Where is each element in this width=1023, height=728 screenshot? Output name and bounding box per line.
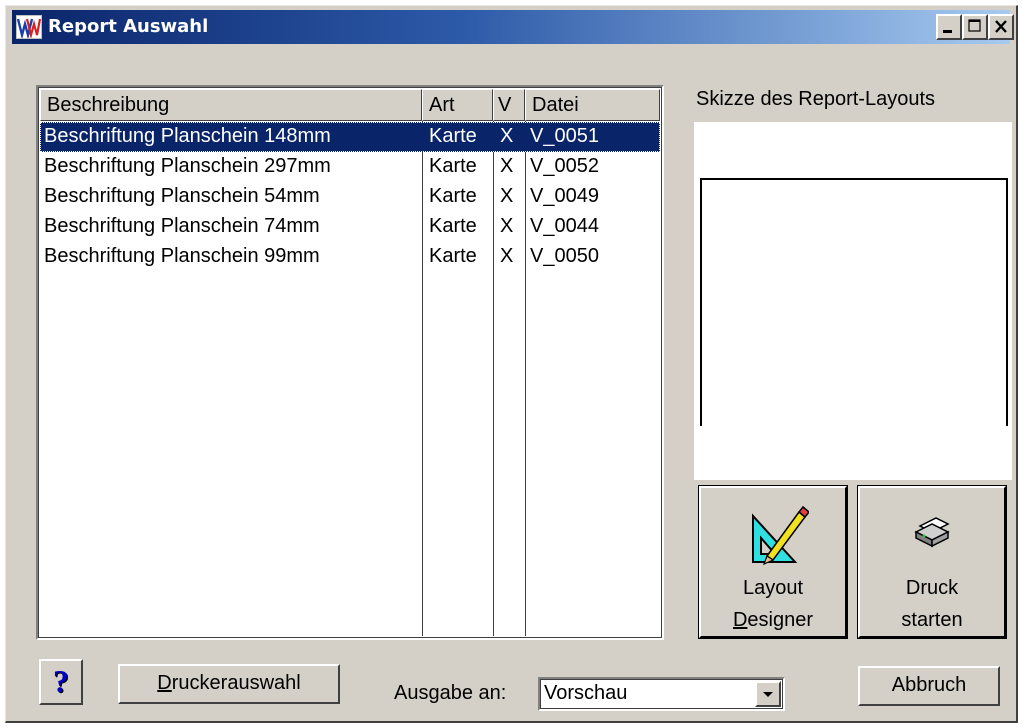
cell-beschreibung: Beschriftung Planschein 54mm bbox=[44, 185, 320, 207]
report-list[interactable]: Beschreibung Art V Datei Beschriftung Pl… bbox=[36, 85, 664, 640]
cell-datei: V_0051 bbox=[530, 125, 599, 147]
close-button[interactable] bbox=[988, 14, 1014, 40]
druckerauswahl-accel: D bbox=[157, 672, 172, 694]
help-question-icon: ? bbox=[53, 663, 69, 699]
layout-sketch-frame bbox=[700, 178, 1008, 426]
cell-art: Karte bbox=[429, 215, 477, 237]
layout-button-label-rest: esigner bbox=[747, 609, 814, 631]
minimize-icon bbox=[943, 30, 952, 33]
table-row[interactable]: Beschriftung Planschein 99mm Karte X V_0… bbox=[40, 242, 660, 272]
cell-v: X bbox=[500, 215, 514, 237]
help-button[interactable]: ? bbox=[39, 659, 83, 705]
dropdown-arrow-button[interactable] bbox=[755, 681, 781, 707]
table-row[interactable]: Beschriftung Planschein 297mm Karte X V_… bbox=[40, 152, 660, 182]
cell-datei: V_0044 bbox=[530, 215, 599, 237]
druckerauswahl-label: ruckerauswahl bbox=[171, 672, 301, 694]
layout-button-accel: D bbox=[732, 609, 748, 631]
window-title: Report Auswahl bbox=[48, 16, 209, 37]
column-header-datei[interactable]: Datei bbox=[525, 89, 660, 121]
cell-beschreibung: Beschriftung Planschein 297mm bbox=[44, 155, 331, 177]
app-logo-icon bbox=[16, 15, 42, 39]
layout-button-label-line2: Designer bbox=[701, 604, 845, 636]
sketch-label: Skizze des Report-Layouts bbox=[696, 88, 936, 110]
title-bar[interactable]: Report Auswahl bbox=[12, 10, 1014, 44]
layout-designer-button[interactable]: Layout Designer bbox=[698, 485, 848, 639]
layout-button-label-line1: Layout bbox=[742, 577, 804, 599]
abbruch-button[interactable]: Abbruch bbox=[858, 666, 1000, 706]
cell-beschreibung: Beschriftung Planschein 148mm bbox=[44, 125, 331, 147]
druck-button-label-line1: Druck bbox=[905, 577, 959, 599]
druckerauswahl-button[interactable]: Druckerauswahl bbox=[118, 664, 340, 704]
output-label: Ausgabe an: bbox=[394, 682, 507, 704]
set-square-pencil-icon bbox=[752, 505, 811, 566]
report-auswahl-window: Report Auswahl Beschreibung Art V Datei … bbox=[5, 5, 1018, 723]
minimize-button[interactable] bbox=[936, 14, 962, 40]
output-target-select[interactable]: Vorschau bbox=[538, 677, 785, 711]
printer-icon bbox=[914, 517, 950, 548]
output-target-value: Vorschau bbox=[544, 682, 628, 704]
layout-sketch-preview bbox=[694, 122, 1012, 480]
table-row[interactable]: Beschriftung Planschein 54mm Karte X V_0… bbox=[40, 182, 660, 212]
cell-v: X bbox=[500, 125, 514, 147]
close-icon bbox=[995, 20, 1007, 33]
cell-art: Karte bbox=[429, 125, 477, 147]
cell-beschreibung: Beschriftung Planschein 74mm bbox=[44, 215, 320, 237]
maximize-button[interactable] bbox=[962, 14, 988, 40]
column-header-art[interactable]: Art bbox=[422, 89, 493, 121]
cell-v: X bbox=[500, 155, 514, 177]
dropdown-arrow-icon bbox=[763, 692, 773, 697]
table-row[interactable]: Beschriftung Planschein 74mm Karte X V_0… bbox=[40, 212, 660, 242]
maximize-icon bbox=[968, 19, 981, 32]
cell-datei: V_0050 bbox=[530, 245, 599, 267]
cell-datei: V_0049 bbox=[530, 185, 599, 207]
cell-art: Karte bbox=[429, 155, 477, 177]
druck-starten-button[interactable]: Druck starten bbox=[857, 485, 1007, 639]
druck-button-label-line2: starten bbox=[901, 609, 963, 631]
cell-art: Karte bbox=[429, 245, 477, 267]
cell-v: X bbox=[500, 245, 514, 267]
cell-v: X bbox=[500, 185, 514, 207]
cell-art: Karte bbox=[429, 185, 477, 207]
column-header-beschreibung[interactable]: Beschreibung bbox=[40, 89, 422, 121]
cell-datei: V_0052 bbox=[530, 155, 599, 177]
column-header-v[interactable]: V bbox=[493, 89, 525, 121]
cell-beschreibung: Beschriftung Planschein 99mm bbox=[44, 245, 320, 267]
table-row[interactable]: Beschriftung Planschein 148mm Karte X V_… bbox=[40, 122, 660, 152]
